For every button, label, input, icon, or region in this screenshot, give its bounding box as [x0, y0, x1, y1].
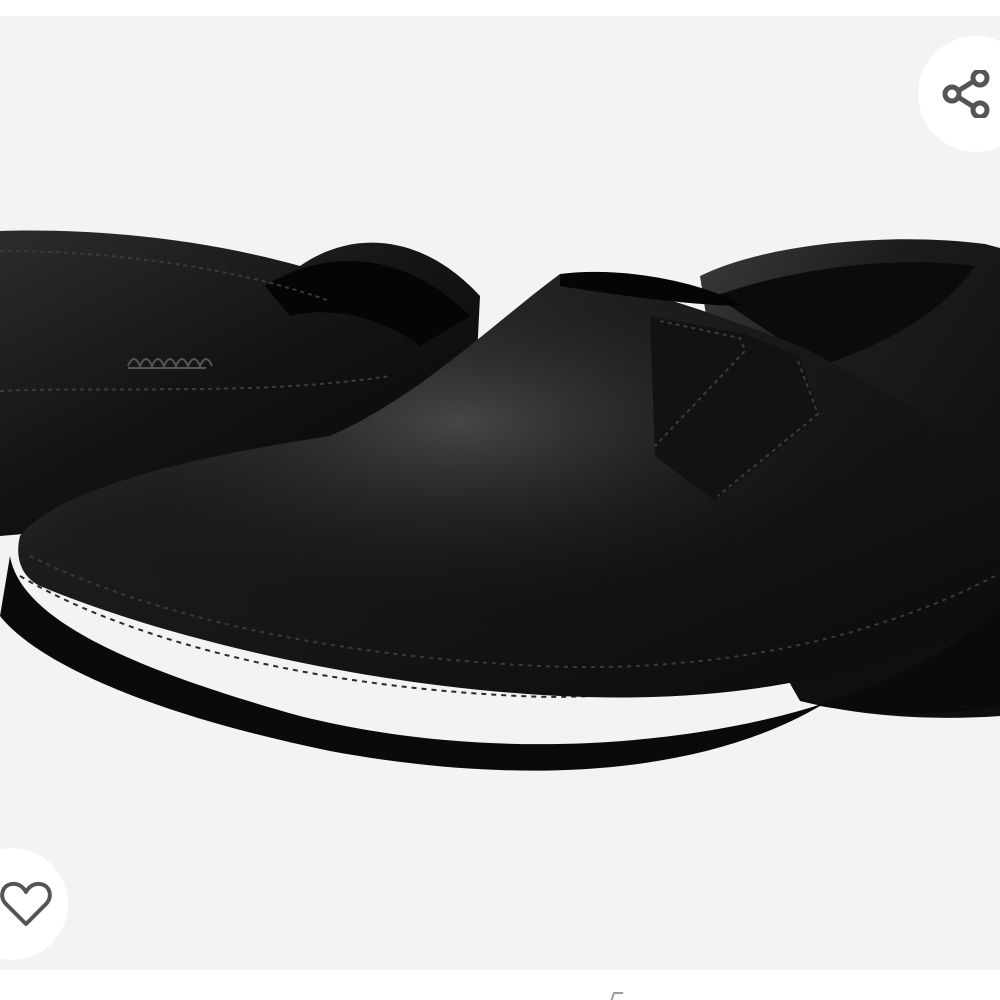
bottom-strip: [0, 970, 1000, 1000]
product-image[interactable]: [0, 16, 1000, 970]
share-icon: [942, 70, 990, 118]
product-image-viewer: [0, 16, 1000, 970]
heart-outline-icon: [0, 881, 52, 926]
